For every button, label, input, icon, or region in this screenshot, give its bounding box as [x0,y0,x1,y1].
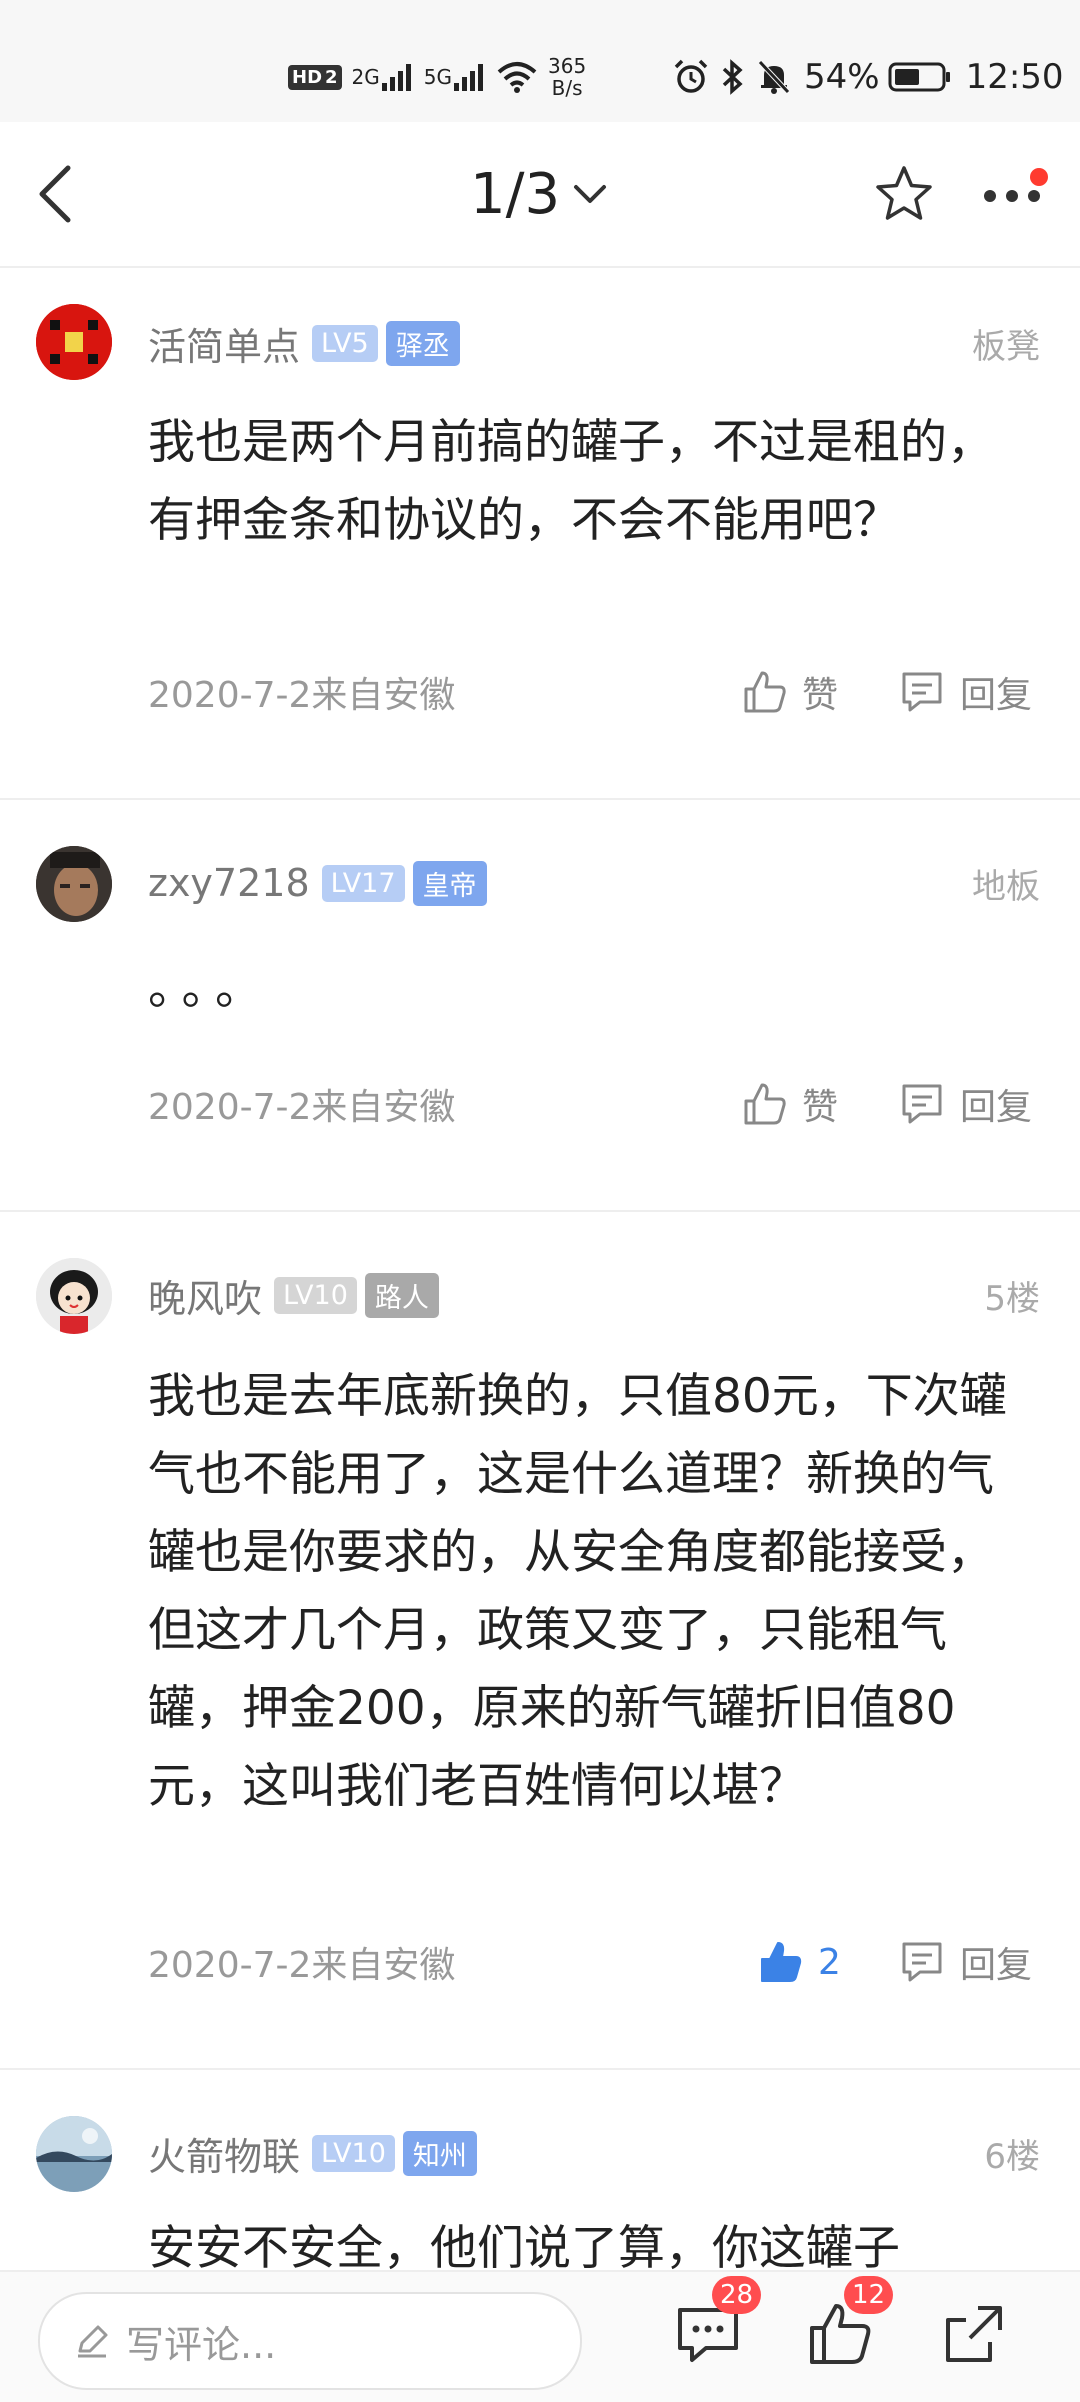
user-info: 活简单点 LV5 驿丞 [148,316,460,371]
top-nav-bar: 1/3 [0,122,1080,268]
chevron-down-icon [574,185,607,203]
avatar-image [36,846,112,922]
wifi-icon [497,62,537,93]
net-speed: 365 B/s [548,54,587,100]
status-bar: HD 2 2G 5G 365 B/s 54% 12:50 [0,0,1080,122]
like-button[interactable]: 2 [758,1932,841,1992]
floor-label: 板凳 [972,326,1040,367]
like-label: 赞 [802,675,839,716]
net-2g-label: 2G [351,65,380,89]
post-content: 安安不安全，他们说了算，你这罐子 [148,2221,900,2270]
username[interactable]: 活简单点 [148,316,300,371]
like-button[interactable]: 赞 [742,1074,838,1134]
thumbs-up-icon [744,1083,786,1125]
user-info: 火箭物联 LV10 知州 [148,2126,477,2181]
avatar-image [36,304,112,380]
floor-label: 地板 [972,866,1040,907]
net-5g-label: 5G [423,65,453,89]
avatar[interactable] [36,304,112,380]
bluetooth-icon [722,59,743,95]
user-info: zxy7218 LV17 皇帝 [148,858,487,908]
comment-post: 火箭物联 LV10 知州 6楼 安安不安全，他们说了算，你这罐子 [0,2070,1080,2270]
comment-count-badge: 28 [712,2276,762,2314]
page-selector[interactable]: 1/3 [470,161,608,227]
reply-button[interactable]: 回复 [898,1074,1032,1134]
hd-badge: HD 2 [288,64,342,90]
comment-placeholder: 写评论... [126,2322,277,2367]
title-badge: 驿丞 [385,320,460,366]
reply-icon [902,672,942,712]
like-post-button[interactable]: 12 [804,2276,894,2370]
post-content: 我也是去年底新换的，只值80元，下次罐气也不能用了，这是什么道理？新换的气罐也是… [148,1369,1007,1814]
signal-icon [381,64,411,91]
reply-label: 回复 [960,1087,1033,1128]
post-content: 我也是两个月前搞的罐子，不过是租的， 有押金条和协议的，不会不能用吧？ [148,415,994,548]
user-info: 晚风吹 LV10 路人 [148,1268,439,1323]
comment-input[interactable]: 写评论... [38,2292,582,2390]
reply-label: 回复 [960,675,1033,716]
comments-button[interactable]: 28 [672,2276,762,2370]
reply-icon [902,1084,942,1124]
level-badge: LV17 [321,864,405,902]
floor-label: 6楼 [984,2136,1040,2177]
back-icon [39,165,71,223]
level-badge: LV10 [312,2134,395,2172]
avatar-image [36,1258,112,1334]
alarm-icon [674,59,708,93]
battery-percent: 54% [804,57,880,97]
like-count: 2 [818,1941,841,1983]
like-button[interactable]: 赞 [742,662,838,722]
level-badge: LV10 [274,1276,357,1314]
avatar[interactable] [36,1258,112,1334]
comment-post: 晚风吹 LV10 路人 5楼 我也是去年底新换的，只值80元，下次罐气也不能用了… [0,1212,1080,2068]
share-button[interactable] [938,2298,1010,2370]
thumbs-up-icon [744,671,786,713]
username[interactable]: 晚风吹 [148,1268,262,1323]
title-badge: 路人 [364,1272,439,1318]
network-indicators: HD 2 2G 5G 365 B/s [288,52,586,102]
reply-icon [902,1942,942,1982]
system-indicators: 54% 12:50 [672,52,1064,102]
page-indicator: 1/3 [470,161,561,227]
signal-icon [454,64,484,91]
username[interactable]: 火箭物联 [148,2126,300,2181]
level-badge: LV5 [312,324,378,362]
post-meta: 2020-7-2来自安徽 [148,1087,456,1128]
floor-label: 5楼 [984,1278,1040,1319]
mute-icon [758,60,790,94]
avatar[interactable] [36,846,112,922]
post-meta: 2020-7-2来自安徽 [148,1945,456,1986]
clock: 12:50 [965,57,1064,97]
reply-label: 回复 [960,1945,1033,1986]
notification-dot [1030,168,1048,186]
pencil-icon [78,2325,108,2358]
title-badge: 皇帝 [412,860,487,906]
reply-button[interactable]: 回复 [898,1932,1032,1992]
more-button[interactable] [976,162,1056,226]
reply-button[interactable]: 回复 [898,662,1032,722]
battery-icon [888,62,950,92]
star-icon [876,166,932,220]
favorite-button[interactable] [872,162,936,226]
bottom-action-bar: 写评论... 28 12 [0,2270,1080,2402]
username[interactable]: zxy7218 [148,861,310,905]
back-button[interactable] [30,162,90,226]
like-label: 赞 [802,1087,839,1128]
avatar[interactable] [36,2116,112,2192]
share-icon [946,2306,1002,2362]
post-meta: 2020-7-2来自安徽 [148,675,456,716]
title-badge: 知州 [402,2130,477,2176]
thumbs-up-icon [761,1942,802,1982]
post-content: 。。。 [148,961,272,1016]
avatar-image [36,2116,112,2192]
like-count-badge: 12 [844,2276,894,2314]
comment-post: 活简单点 LV5 驿丞 板凳 我也是两个月前搞的罐子，不过是租的， 有押金条和协… [0,268,1080,798]
comment-post: zxy7218 LV17 皇帝 地板 。。。 2020-7-2来自安徽 赞 回复 [0,800,1080,1210]
